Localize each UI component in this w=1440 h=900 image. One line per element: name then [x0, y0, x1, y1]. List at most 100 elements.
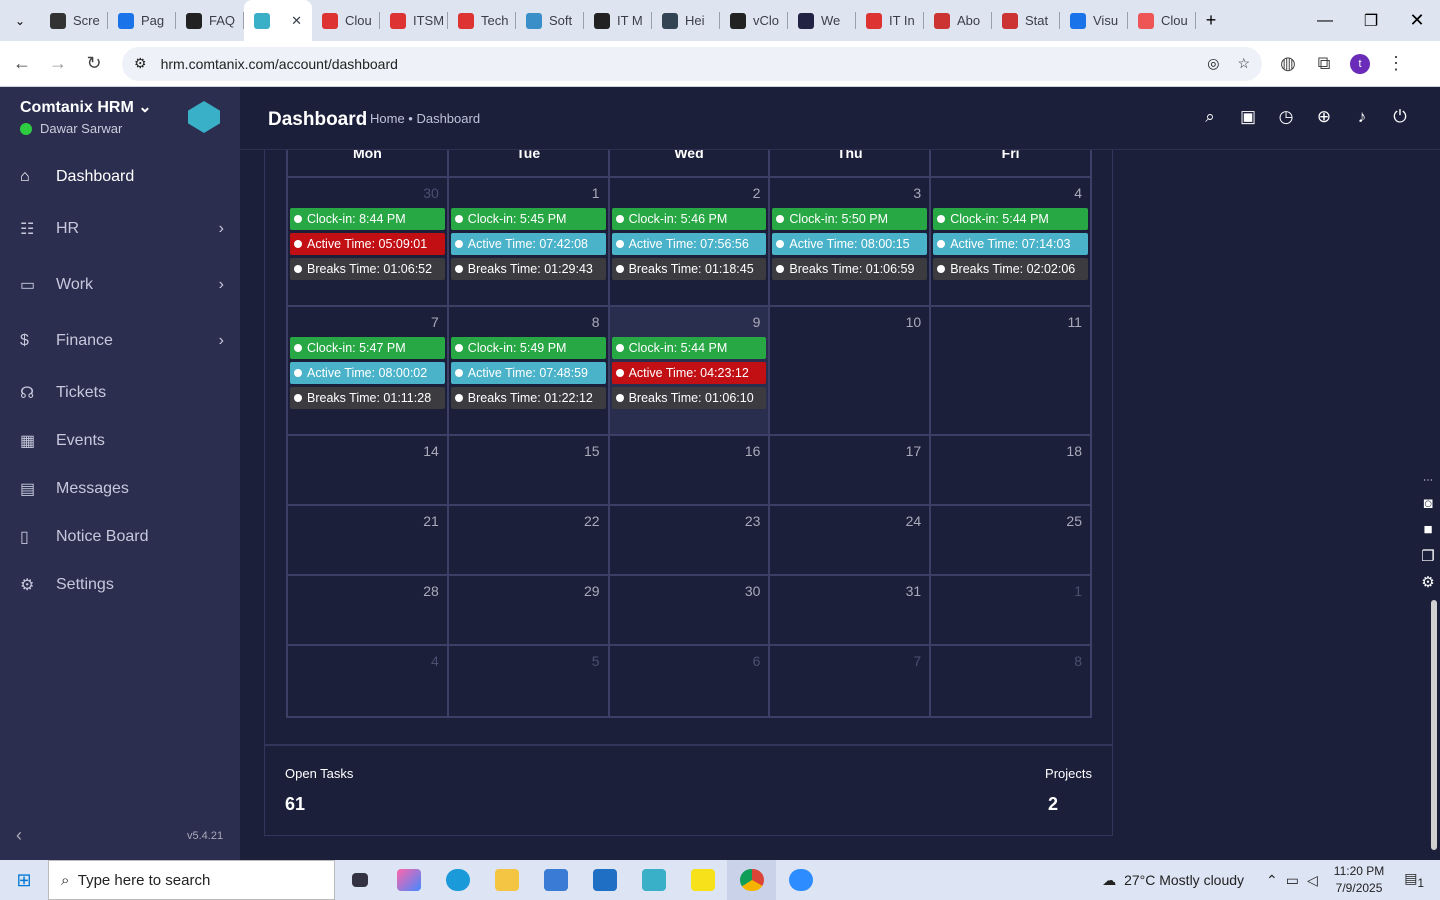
calendar-day-cell[interactable]: 6 — [610, 646, 771, 716]
file-explorer-icon[interactable] — [482, 860, 531, 900]
calendar-day-cell[interactable]: 18 — [931, 436, 1090, 504]
calendar-day-cell[interactable]: 3 Clock-in: 5:50 PM Active Time: 08:00:15 B… — [770, 178, 932, 305]
attendance-event[interactable]: Clock-in: 8:44 PM — [290, 208, 445, 230]
extensions-icon[interactable]: ⧉ — [1306, 53, 1342, 74]
search-icon[interactable]: ⌕ — [1200, 107, 1220, 127]
browser-tab[interactable]: Scre — [40, 0, 108, 41]
calendar-day-cell[interactable]: 4 Clock-in: 5:44 PM Active Time: 07:14:03 B… — [931, 178, 1090, 305]
url-field[interactable]: ⚙ hrm.comtanix.com/account/dashboard ◎ ☆ — [122, 46, 1262, 81]
breadcrumb[interactable]: Home • Dashboard — [370, 111, 480, 126]
browser-tab[interactable]: ITSM — [380, 0, 448, 41]
calendar-day-cell[interactable]: 21 — [288, 506, 449, 574]
attendance-event[interactable]: Breaks Time: 01:06:52 — [290, 258, 445, 280]
browser-tab[interactable]: Clou — [312, 0, 380, 41]
add-circle-icon[interactable]: ⊕ — [1314, 107, 1334, 127]
calendar-day-cell[interactable]: 22 — [449, 506, 610, 574]
profile-avatar[interactable]: t — [1350, 53, 1370, 74]
attendance-event[interactable]: Breaks Time: 01:06:10 — [611, 387, 767, 409]
attendance-event[interactable]: Breaks Time: 01:22:12 — [450, 387, 606, 409]
browser-tab[interactable]: IT In — [856, 0, 924, 41]
camera-icon[interactable]: ◙ — [1416, 495, 1440, 521]
sticky-notes-icon[interactable] — [678, 860, 727, 900]
attendance-event[interactable]: Clock-in: 5:49 PM — [450, 337, 606, 359]
reload-button[interactable]: ↻ — [76, 53, 112, 74]
calendar-day-cell[interactable]: 25 — [931, 506, 1090, 574]
browser-tab[interactable]: IT M — [584, 0, 652, 41]
attendance-event[interactable]: Active Time: 08:00:02 — [290, 362, 445, 384]
calendar-day-cell[interactable]: 2 Clock-in: 5:46 PM Active Time: 07:56:56 B… — [610, 178, 771, 305]
attendance-event[interactable]: Active Time: 07:14:03 — [933, 233, 1088, 255]
attendance-event[interactable]: Active Time: 07:42:08 — [450, 233, 606, 255]
sidebar-item-notice-board[interactable]: ▯ Notice Board — [0, 513, 240, 561]
browser-tab[interactable]: Clou — [1128, 0, 1196, 41]
hrm-app-icon[interactable] — [629, 860, 678, 900]
video-icon[interactable]: ■ — [1416, 521, 1440, 547]
close-window-button[interactable]: ✕ — [1394, 10, 1440, 31]
calendar-day-cell[interactable]: 10 — [770, 307, 932, 434]
edge-icon[interactable] — [433, 860, 482, 900]
calendar-day-cell[interactable]: 30 Clock-in: 8:44 PM Active Time: 05:09:01… — [288, 178, 449, 305]
browser-tab[interactable]: Pag — [108, 0, 176, 41]
restore-button[interactable]: ❐ — [1348, 11, 1394, 31]
calendar-day-cell[interactable]: 28 — [288, 576, 449, 644]
clock-icon[interactable]: ◷ — [1276, 107, 1296, 127]
calendar-day-cell[interactable]: 14 — [288, 436, 449, 504]
browser-tab[interactable]: Visu — [1060, 0, 1128, 41]
browser-tab[interactable]: We — [788, 0, 856, 41]
sidebar-item-work[interactable]: ▭ Work › — [0, 257, 240, 313]
browser-menu-icon[interactable]: ⋮ — [1378, 53, 1414, 74]
sidebar-item-hr[interactable]: ☷ HR › — [0, 201, 240, 257]
clock[interactable]: 11:20 PM 7/9/2025 — [1334, 863, 1384, 897]
attendance-event[interactable]: Clock-in: 5:44 PM — [933, 208, 1088, 230]
sticky-note-icon[interactable]: ▣ — [1238, 107, 1258, 127]
zoom-icon[interactable] — [776, 860, 825, 900]
attendance-event[interactable]: Active Time: 05:09:01 — [290, 233, 445, 255]
store-icon[interactable] — [531, 860, 580, 900]
calendar-day-cell[interactable]: 16 — [610, 436, 771, 504]
taskbar-search[interactable]: ⌕ Type here to search — [48, 860, 335, 900]
copilot-icon[interactable] — [384, 860, 433, 900]
attendance-event[interactable]: Active Time: 08:00:15 — [772, 233, 928, 255]
close-tab-icon[interactable]: ✕ — [291, 13, 302, 29]
collapse-sidebar-icon[interactable]: ‹ — [16, 825, 22, 846]
task-view-icon[interactable] — [335, 860, 384, 900]
app-name[interactable]: Comtanix HRM ⌄ — [20, 97, 152, 117]
calendar-day-cell[interactable]: 7 Clock-in: 5:47 PM Active Time: 08:00:02 B… — [288, 307, 449, 434]
calendar-day-cell[interactable]: 1 — [931, 576, 1090, 644]
calendar-day-cell[interactable]: 11 — [931, 307, 1090, 434]
calendar-day-cell[interactable]: 23 — [610, 506, 771, 574]
sidebar-item-dashboard[interactable]: ⌂ Dashboard — [0, 153, 240, 201]
sidebar-item-tickets[interactable]: ☊ Tickets — [0, 369, 240, 417]
calendar-day-cell[interactable]: 31 — [770, 576, 932, 644]
attendance-event[interactable]: Clock-in: 5:47 PM — [290, 337, 445, 359]
chrome-icon[interactable] — [727, 860, 776, 900]
translate-icon[interactable]: ◍ — [1270, 53, 1306, 74]
forward-button[interactable]: → — [40, 53, 76, 74]
weather-icon[interactable]: ☁ — [1102, 872, 1116, 889]
browser-tab[interactable]: Stat — [992, 0, 1060, 41]
browser-tab[interactable]: FAQ — [176, 0, 244, 41]
gear-icon[interactable]: ⚙ — [1416, 573, 1440, 599]
power-icon[interactable]: ⏻ — [1390, 107, 1410, 127]
attendance-event[interactable]: Breaks Time: 01:11:28 — [290, 387, 445, 409]
site-info-icon[interactable]: ⚙ — [134, 55, 147, 72]
attendance-event[interactable]: Breaks Time: 01:29:43 — [450, 258, 606, 280]
calendar-day-cell[interactable]: 5 — [449, 646, 610, 716]
volume-icon[interactable]: ◁ — [1307, 872, 1318, 889]
calendar-day-cell[interactable]: 1 Clock-in: 5:45 PM Active Time: 07:42:08 B… — [449, 178, 610, 305]
browser-tab[interactable]: Hei — [652, 0, 720, 41]
calendar-day-cell[interactable]: 24 — [770, 506, 932, 574]
attendance-event[interactable]: Active Time: 07:48:59 — [450, 362, 606, 384]
sidebar-item-settings[interactable]: ⚙ Settings — [0, 561, 240, 609]
browser-tab[interactable]: Abo — [924, 0, 992, 41]
calendar-day-cell[interactable]: 9 Clock-in: 5:44 PM Active Time: 04:23:12 B… — [609, 307, 771, 434]
attendance-event[interactable]: Active Time: 07:56:56 — [611, 233, 767, 255]
sidebar-item-finance[interactable]: $ Finance › — [0, 313, 240, 369]
sidebar-item-messages[interactable]: ▤ Messages — [0, 465, 240, 513]
attendance-event[interactable]: Breaks Time: 01:06:59 — [772, 258, 928, 280]
calendar-day-cell[interactable]: 30 — [610, 576, 771, 644]
page-scrollbar[interactable] — [1431, 600, 1437, 850]
attendance-event[interactable]: Clock-in: 5:50 PM — [772, 208, 928, 230]
calendar-day-cell[interactable]: 8 Clock-in: 5:49 PM Active Time: 07:48:59 B… — [449, 307, 610, 434]
minimize-button[interactable]: — — [1302, 12, 1348, 30]
